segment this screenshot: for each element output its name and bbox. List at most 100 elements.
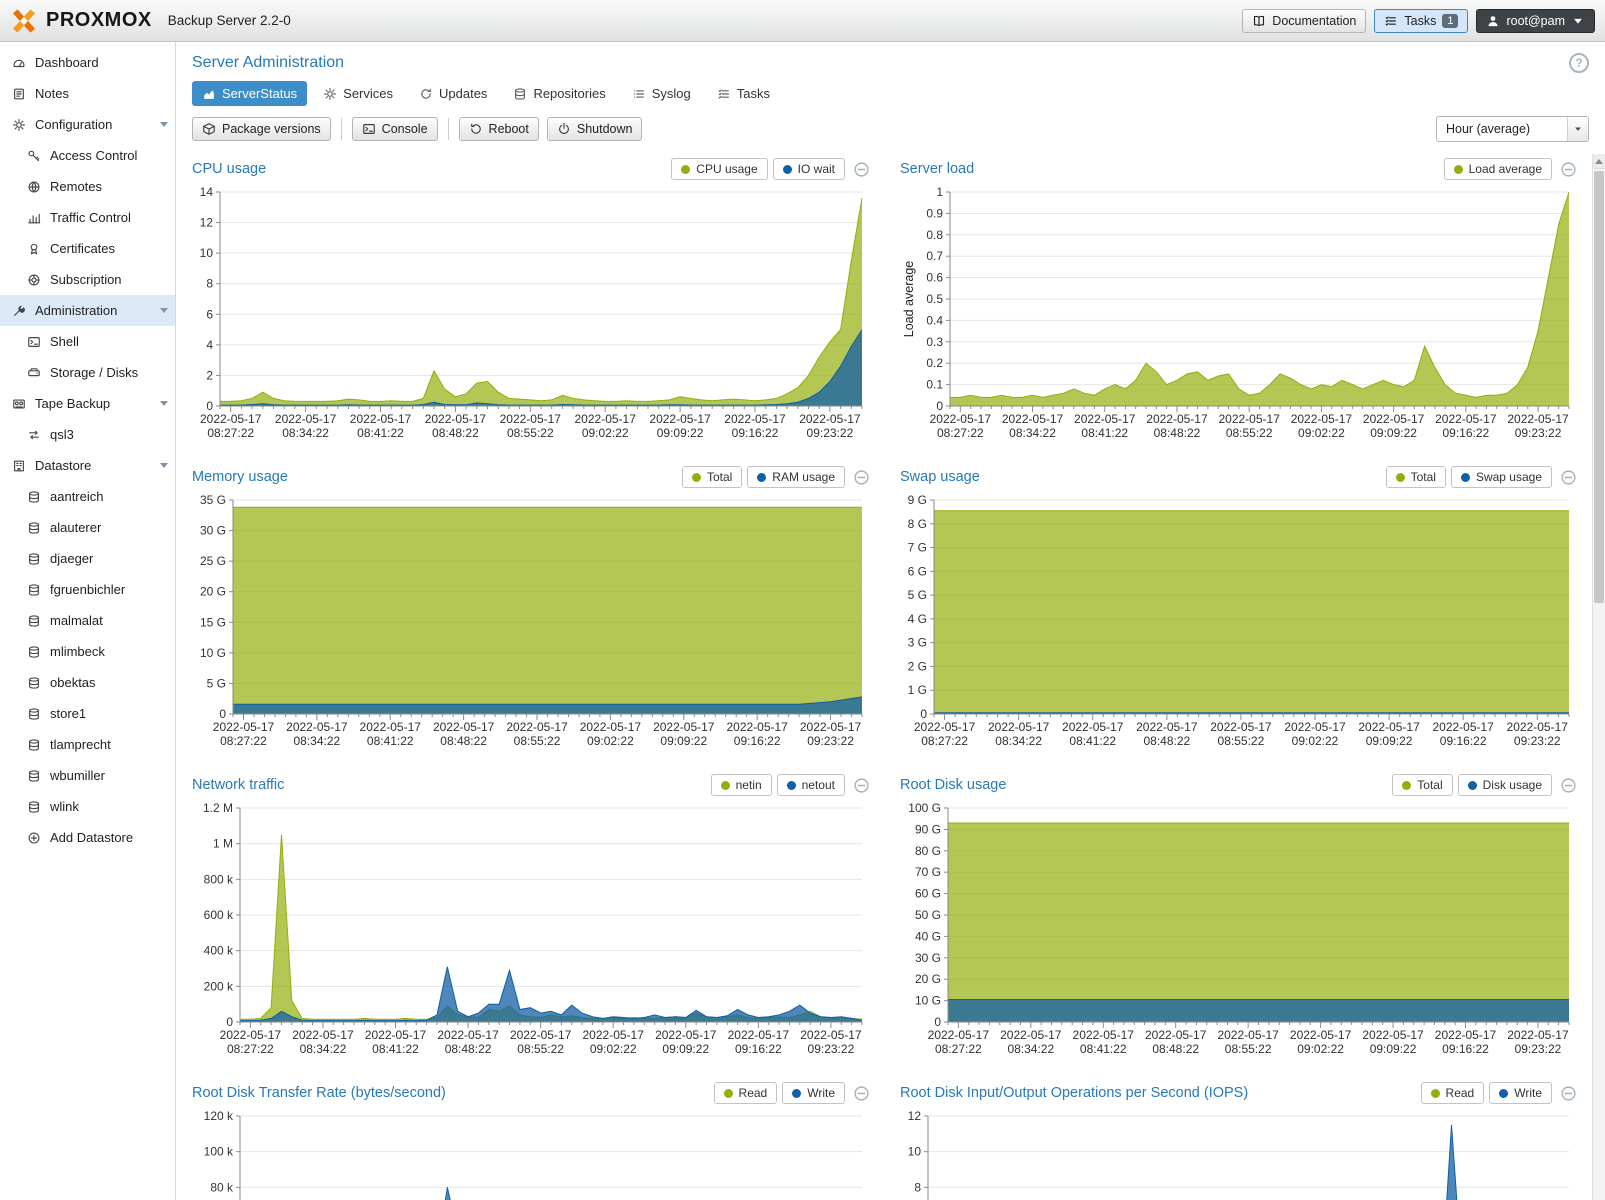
sidebar-item-configuration[interactable]: Configuration (0, 109, 175, 140)
database-icon (25, 490, 43, 504)
legend-item-disk-usage[interactable]: Disk usage (1458, 774, 1552, 796)
page-title: Server Administration (192, 54, 344, 72)
svg-text:0: 0 (206, 399, 213, 413)
legend-item-write[interactable]: Write (1489, 1082, 1552, 1104)
scrollbar[interactable] (1592, 154, 1605, 1200)
tasks-button[interactable]: Tasks 1 (1374, 9, 1468, 33)
legend-item-netout[interactable]: netout (777, 774, 845, 796)
page-header: Server Administration ? (186, 42, 1605, 78)
chart-legend: Total Disk usage (1392, 774, 1552, 796)
sidebar-item-tape-backup[interactable]: Tape Backup (0, 388, 175, 419)
database-icon (25, 583, 43, 597)
svg-text:10: 10 (200, 246, 214, 260)
collapse-icon[interactable] (1560, 777, 1577, 794)
combo-caret-icon[interactable] (1567, 117, 1588, 141)
collapse-icon[interactable] (1560, 161, 1577, 178)
sidebar-item-store1[interactable]: store1 (0, 698, 175, 729)
tab-syslog[interactable]: Syslog (622, 81, 701, 106)
svg-text:80 k: 80 k (210, 1180, 234, 1194)
chart-canvas: 0200 k400 k600 k800 k1 M1.2 M2022-05-170… (192, 800, 870, 1062)
tab-serverstatus[interactable]: ServerStatus (192, 81, 307, 106)
legend-item-io-wait[interactable]: IO wait (773, 158, 845, 180)
legend-item-total[interactable]: Total (1392, 774, 1452, 796)
expander-icon[interactable] (160, 308, 168, 313)
support-icon (25, 273, 43, 287)
sidebar-item-remotes[interactable]: Remotes (0, 171, 175, 202)
legend-item-cpu-usage[interactable]: CPU usage (671, 158, 767, 180)
svg-text:100 G: 100 G (908, 801, 941, 815)
sidebar-item-mlimbeck[interactable]: mlimbeck (0, 636, 175, 667)
legend-item-total[interactable]: Total (682, 466, 742, 488)
svg-text:0.4: 0.4 (926, 313, 943, 327)
svg-text:0: 0 (936, 399, 943, 413)
sidebar-item-administration[interactable]: Administration (0, 295, 175, 326)
expander-icon[interactable] (160, 463, 168, 468)
svg-text:2022-05-1708:55:22: 2022-05-1708:55:22 (500, 412, 562, 440)
sidebar-item-notes[interactable]: Notes (0, 78, 175, 109)
user-menu-button[interactable]: root@pam (1476, 9, 1595, 33)
sidebar-item-alauterer[interactable]: alauterer (0, 512, 175, 543)
sidebar-item-fgruenbichler[interactable]: fgruenbichler (0, 574, 175, 605)
tab-services[interactable]: Services (313, 81, 403, 106)
sidebar-item-djaeger[interactable]: djaeger (0, 543, 175, 574)
collapse-icon[interactable] (853, 777, 870, 794)
caret-down-icon (1571, 14, 1585, 28)
chart-panel-memory-usage: Memory usageTotalRAM usage05 G10 G15 G20… (192, 462, 870, 754)
legend-item-swap-usage[interactable]: Swap usage (1451, 466, 1552, 488)
tab-tasks[interactable]: Tasks (707, 81, 780, 106)
legend-item-read[interactable]: Read (1421, 1082, 1485, 1104)
sidebar-item-obektas[interactable]: obektas (0, 667, 175, 698)
sidebar-item-label: fgruenbichler (50, 582, 125, 597)
svg-text:2022-05-1708:34:22: 2022-05-1708:34:22 (292, 1028, 354, 1056)
expander-icon[interactable] (160, 401, 168, 406)
sidebar-item-tlamprecht[interactable]: tlamprecht (0, 729, 175, 760)
collapse-icon[interactable] (853, 469, 870, 486)
reboot-button[interactable]: Reboot (459, 117, 539, 141)
help-button[interactable]: ? (1569, 53, 1589, 73)
package-versions-button[interactable]: Package versions (192, 117, 331, 141)
legend-item-total[interactable]: Total (1386, 466, 1446, 488)
svg-text:14: 14 (200, 185, 214, 199)
svg-text:2022-05-1708:27:22: 2022-05-1708:27:22 (914, 720, 976, 748)
console-button[interactable]: Console (352, 117, 438, 141)
legend-item-netin[interactable]: netin (711, 774, 772, 796)
sidebar-item-aantreich[interactable]: aantreich (0, 481, 175, 512)
sidebar-item-storage-disks[interactable]: Storage / Disks (0, 357, 175, 388)
timeframe-value: Hour (average) (1437, 122, 1567, 136)
svg-text:10 G: 10 G (200, 646, 226, 660)
sidebar-item-wlink[interactable]: wlink (0, 791, 175, 822)
expander-icon[interactable] (160, 122, 168, 127)
sidebar-item-certificates[interactable]: Certificates (0, 233, 175, 264)
sidebar-item-wbumiller[interactable]: wbumiller (0, 760, 175, 791)
svg-text:2022-05-1709:02:22: 2022-05-1709:02:22 (1290, 1028, 1352, 1056)
svg-text:2022-05-1709:16:22: 2022-05-1709:16:22 (726, 720, 788, 748)
sidebar-item-traffic-control[interactable]: Traffic Control (0, 202, 175, 233)
user-icon (1486, 14, 1500, 28)
shutdown-button[interactable]: Shutdown (547, 117, 643, 141)
scroll-thumb[interactable] (1594, 171, 1604, 603)
sidebar-item-qsl3[interactable]: qsl3 (0, 419, 175, 450)
collapse-icon[interactable] (853, 161, 870, 178)
sidebar-item-access-control[interactable]: Access Control (0, 140, 175, 171)
scroll-up-arrow[interactable] (1593, 154, 1605, 169)
sidebar-item-shell[interactable]: Shell (0, 326, 175, 357)
sidebar-item-add-datastore[interactable]: Add Datastore (0, 822, 175, 853)
documentation-button[interactable]: Documentation (1242, 9, 1366, 33)
tab-updates[interactable]: Updates (409, 81, 497, 106)
collapse-icon[interactable] (853, 1085, 870, 1102)
tab-repositories[interactable]: Repositories (503, 81, 615, 106)
globe-icon (25, 180, 43, 194)
legend-item-read[interactable]: Read (714, 1082, 778, 1104)
sidebar-item-subscription[interactable]: Subscription (0, 264, 175, 295)
sidebar-item-malmalat[interactable]: malmalat (0, 605, 175, 636)
timeframe-select[interactable]: Hour (average) (1436, 116, 1589, 142)
legend-item-load-average[interactable]: Load average (1444, 158, 1552, 180)
legend-dot (1461, 473, 1470, 482)
database-icon (25, 676, 43, 690)
collapse-icon[interactable] (1560, 1085, 1577, 1102)
legend-item-ram-usage[interactable]: RAM usage (747, 466, 845, 488)
sidebar-item-dashboard[interactable]: Dashboard (0, 47, 175, 78)
legend-item-write[interactable]: Write (782, 1082, 845, 1104)
collapse-icon[interactable] (1560, 469, 1577, 486)
sidebar-item-datastore[interactable]: Datastore (0, 450, 175, 481)
